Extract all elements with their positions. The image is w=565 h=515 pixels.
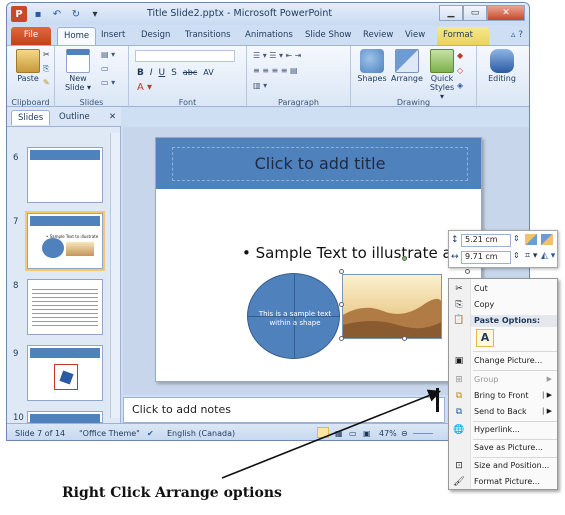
annotation-arrow [221, 389, 441, 479]
annotation-caption: Right Click Arrange options [62, 485, 282, 501]
